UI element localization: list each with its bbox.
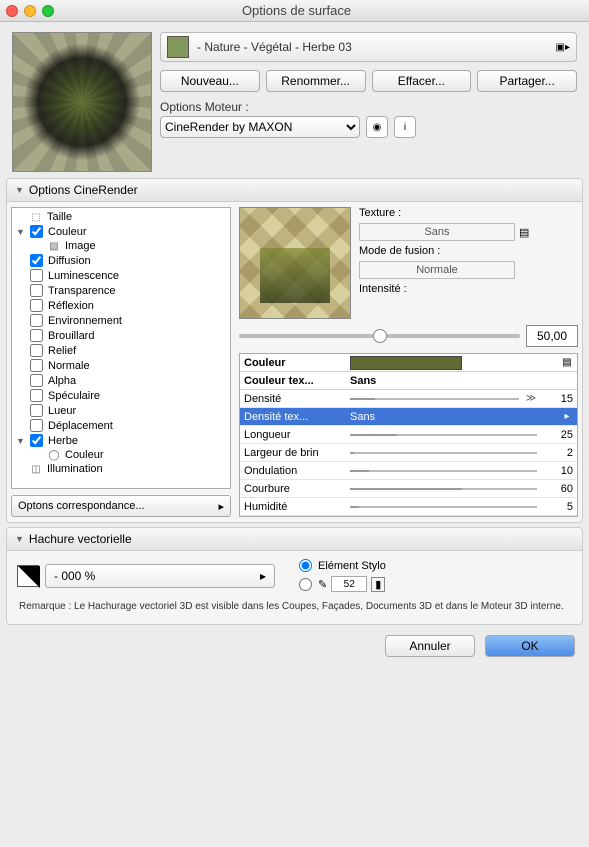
couleur-checkbox[interactable]	[30, 225, 43, 238]
herbe-checkbox[interactable]	[30, 434, 43, 447]
texture-field[interactable]: Sans	[359, 223, 515, 241]
pen-number-field[interactable]	[331, 576, 367, 592]
channel-tree[interactable]: ⬚Taille ▼Couleur ▧Image Diffusion Lumine…	[11, 207, 231, 489]
engine-sphere-icon[interactable]: ◉	[366, 116, 388, 138]
tree-item-brouillard[interactable]: Brouillard	[12, 328, 230, 343]
minimize-icon[interactable]	[24, 5, 36, 17]
tree-item-deplacement[interactable]: Déplacement	[12, 418, 230, 433]
element-stylo-radio[interactable]: Elément Stylo	[299, 559, 386, 572]
tree-item-herbe-couleur[interactable]: ◯Couleur	[12, 448, 230, 462]
tree-item-alpha[interactable]: Alpha	[12, 373, 230, 388]
tree-item-speculaire[interactable]: Spéculaire	[12, 388, 230, 403]
intensity-label: Intensité :	[359, 283, 578, 295]
cinerender-section: ▼ Options CineRender ⬚Taille ▼Couleur ▧I…	[6, 178, 583, 523]
tree-item-environnement[interactable]: Environnement	[12, 313, 230, 328]
alpha-checkbox[interactable]	[30, 374, 43, 387]
hachure-title: Hachure vectorielle	[29, 532, 132, 546]
param-courbure-row[interactable]: Courbure 60	[240, 480, 577, 498]
lueur-checkbox[interactable]	[30, 404, 43, 417]
new-button[interactable]: Nouveau...	[160, 70, 260, 92]
correspondence-button[interactable]: Optons correspondance...▸	[11, 495, 231, 517]
titlebar: Options de surface	[0, 0, 589, 22]
zoom-icon[interactable]	[42, 5, 54, 17]
tree-item-relief[interactable]: Relief	[12, 343, 230, 358]
blend-mode-field[interactable]: Normale	[359, 261, 515, 279]
tree-item-reflexion[interactable]: Réflexion	[12, 298, 230, 313]
pen-color-swatch[interactable]: ▮	[371, 577, 385, 592]
param-couleur-row[interactable]: Couleur ▤	[240, 354, 577, 372]
delete-button[interactable]: Effacer...	[372, 70, 472, 92]
normale-checkbox[interactable]	[30, 359, 43, 372]
cancel-button[interactable]: Annuler	[385, 635, 475, 657]
engine-select[interactable]: CineRender by MAXON	[160, 116, 360, 138]
hatch-preview-swatch	[17, 565, 39, 587]
chevron-right-icon: ≫	[525, 393, 537, 404]
tree-item-diffusion[interactable]: Diffusion	[12, 253, 230, 268]
tree-item-transparence[interactable]: Transparence	[12, 283, 230, 298]
tree-item-herbe[interactable]: ▼Herbe	[12, 433, 230, 448]
reflexion-checkbox[interactable]	[30, 299, 43, 312]
diffusion-checkbox[interactable]	[30, 254, 43, 267]
chevron-down-icon: ▼	[15, 185, 24, 195]
brouillard-checkbox[interactable]	[30, 329, 43, 342]
texture-picker-icon[interactable]: ▤	[519, 226, 533, 239]
tree-item-lueur[interactable]: Lueur	[12, 403, 230, 418]
param-densite-tex-row[interactable]: Densité tex... Sans ▸	[240, 408, 577, 426]
intensity-slider[interactable]	[239, 329, 520, 343]
engine-label: Options Moteur :	[160, 100, 577, 114]
deplacement-checkbox[interactable]	[30, 419, 43, 432]
relief-checkbox[interactable]	[30, 344, 43, 357]
engine-info-icon[interactable]: i	[394, 116, 416, 138]
chevron-down-icon: ▼	[15, 534, 24, 544]
rename-button[interactable]: Renommer...	[266, 70, 366, 92]
param-densite-row[interactable]: Densité ≫ 15	[240, 390, 577, 408]
chevron-right-icon: ▸	[218, 500, 224, 513]
param-longueur-row[interactable]: Longueur 25	[240, 426, 577, 444]
parameter-table: Couleur ▤ Couleur tex... Sans Densité ≫ …	[239, 353, 578, 517]
tree-item-image[interactable]: ▧Image	[12, 239, 230, 253]
hachure-header[interactable]: ▼ Hachure vectorielle	[7, 528, 582, 551]
share-button[interactable]: Partager...	[477, 70, 577, 92]
param-ondulation-row[interactable]: Ondulation 10	[240, 462, 577, 480]
luminescence-checkbox[interactable]	[30, 269, 43, 282]
channel-preview	[239, 207, 351, 319]
cinerender-title: Options CineRender	[29, 183, 138, 197]
couleur-picker-icon[interactable]: ▤	[561, 357, 573, 368]
chevron-right-icon[interactable]: ▸	[561, 411, 573, 422]
remark-text: Remarque : Le Hachurage vectoriel 3D est…	[7, 596, 582, 624]
dialog-footer: Annuler OK	[0, 629, 589, 667]
tree-item-taille[interactable]: ⬚Taille	[12, 210, 230, 224]
couleur-swatch[interactable]	[350, 356, 462, 370]
hachure-section: ▼ Hachure vectorielle - 000 % ▸ Elément …	[6, 527, 583, 625]
param-largeur-row[interactable]: Largeur de brin 2	[240, 444, 577, 462]
blend-mode-label: Mode de fusion :	[359, 245, 578, 257]
tree-item-illumination[interactable]: ◫Illumination	[12, 462, 230, 476]
material-path: - Nature - Végétal - Herbe 03	[197, 40, 548, 54]
speculaire-checkbox[interactable]	[30, 389, 43, 402]
material-thumbnail	[12, 32, 152, 172]
hatch-fill-select[interactable]: - 000 % ▸	[45, 564, 275, 588]
intensity-value[interactable]	[526, 325, 578, 347]
tree-item-couleur[interactable]: ▼Couleur	[12, 224, 230, 239]
cinerender-header[interactable]: ▼ Options CineRender	[7, 179, 582, 202]
pen-icon: ✎	[318, 578, 327, 591]
texture-label: Texture :	[359, 207, 578, 219]
material-picker-icon[interactable]: ▣▸	[556, 42, 570, 53]
window-title: Options de surface	[60, 3, 533, 18]
material-path-bar[interactable]: - Nature - Végétal - Herbe 03 ▣▸	[160, 32, 577, 62]
ok-button[interactable]: OK	[485, 635, 575, 657]
param-humidite-row[interactable]: Humidité 5	[240, 498, 577, 516]
custom-pen-radio[interactable]: ✎ ▮	[299, 576, 386, 592]
close-icon[interactable]	[6, 5, 18, 17]
tree-item-luminescence[interactable]: Luminescence	[12, 268, 230, 283]
chevron-right-icon: ▸	[260, 569, 266, 583]
tree-item-normale[interactable]: Normale	[12, 358, 230, 373]
environnement-checkbox[interactable]	[30, 314, 43, 327]
transparence-checkbox[interactable]	[30, 284, 43, 297]
material-swatch	[167, 36, 189, 58]
param-couleur-tex-row[interactable]: Couleur tex... Sans	[240, 372, 577, 390]
